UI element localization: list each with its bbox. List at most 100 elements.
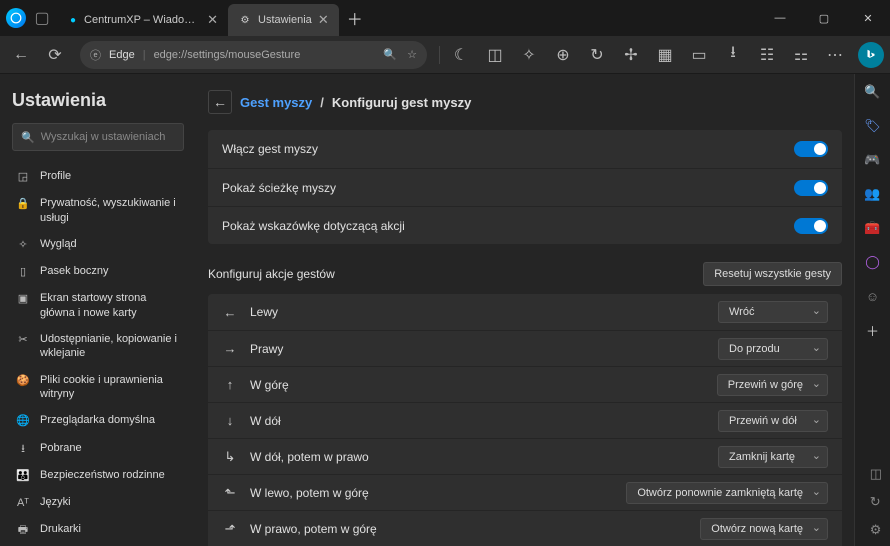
gesture-action-select[interactable]: Zamknij kartę <box>718 446 828 468</box>
nav-label: Pliki cookie i uprawnienia witryny <box>40 373 180 402</box>
gesture-action-select[interactable]: Otwórz nową kartę <box>700 518 828 540</box>
back-button[interactable]: ← <box>6 40 36 70</box>
smiley-icon[interactable]: ☺ <box>863 286 883 306</box>
gesture-row-3: ↓W dółPrzewiń w dół <box>208 402 842 438</box>
extensions-icon[interactable]: ✢ <box>616 40 646 70</box>
nav-label: Udostępnianie, kopiowanie i wklejanie <box>40 332 180 361</box>
tag-icon[interactable]: 🏷 <box>863 116 883 136</box>
nav-label: Przeglądarka domyślna <box>40 413 155 427</box>
nav-label: Języki <box>40 495 71 509</box>
performance-icon[interactable]: ▦ <box>650 40 680 70</box>
nav-item-7[interactable]: 🌐Przeglądarka domyślna <box>12 407 184 434</box>
tools-icon[interactable]: 🧰 <box>863 218 883 238</box>
gesture-arrow-icon: ⬏ <box>222 521 238 537</box>
address-bar[interactable]: ⓔ Edge | edge://settings/mouseGesture 🔍 … <box>80 41 427 69</box>
breadcrumb-back-button[interactable]: ← <box>208 90 232 114</box>
nav-item-3[interactable]: ▯Pasek boczny <box>12 258 184 285</box>
title-bar: ▢ ●CentrumXP – Wiadomości ze ś…✕ ⚙ Ustawie… <box>0 0 890 36</box>
nav-item-10[interactable]: AᵀJęzyki <box>12 489 184 516</box>
nav-label: Drukarki <box>40 522 81 536</box>
close-tab-icon[interactable]: ✕ <box>207 12 218 28</box>
gesture-action-select[interactable]: Otwórz ponownie zamkniętą kartę <box>626 482 828 504</box>
nav-item-2[interactable]: ✧Wygląd <box>12 231 184 258</box>
gesture-row-0: ← Lewy Wróć <box>208 294 842 330</box>
gesture-row-6: ⬏ W prawo, potem w górę Otwórz nową kartę <box>208 510 842 546</box>
toggle-row-2: Pokaż wskazówkę dotyczącą akcji <box>208 206 842 244</box>
close-tab-icon[interactable]: ✕ <box>318 12 329 28</box>
nav-item-1[interactable]: 🔒Prywatność, wyszukiwanie i usługi <box>12 190 184 231</box>
nav-label: Pasek boczny <box>40 264 108 278</box>
game-icon[interactable]: 🎮 <box>863 150 883 170</box>
gesture-action-select[interactable]: Do przodu <box>718 338 828 360</box>
search-icon[interactable]: 🔍 <box>863 82 883 102</box>
tab-0[interactable]: ●CentrumXP – Wiadomości ze ś…✕ <box>58 4 228 36</box>
toolbar-icon-11[interactable]: ⚏ <box>786 40 816 70</box>
search-input[interactable]: 🔍 Wyszukaj w ustawieniach <box>12 123 184 151</box>
toolbar-icon-10[interactable]: ☷ <box>752 40 782 70</box>
toggle-switch[interactable] <box>794 218 828 234</box>
sidebar-split-icon[interactable]: ◫ <box>870 466 882 482</box>
toolbar-icon-8[interactable]: ▭ <box>684 40 714 70</box>
more-button[interactable]: ⋯ <box>820 40 850 70</box>
gesture-arrow-icon: ← <box>222 305 238 320</box>
bing-chat-icon[interactable] <box>858 42 884 68</box>
gesture-label: W górę <box>250 378 705 392</box>
nav-icon: 🔒 <box>16 197 30 211</box>
nav-label: Ekran startowy strona główna i nowe kart… <box>40 291 180 320</box>
gesture-action-select[interactable]: Wróć <box>718 301 828 323</box>
gesture-arrow-icon: ↳ <box>222 449 238 465</box>
favorite-icon[interactable]: ☆ <box>407 48 417 61</box>
collections-icon[interactable]: ⊕ <box>548 40 578 70</box>
gesture-label: Lewy <box>250 305 706 319</box>
breadcrumb-link[interactable]: Gest myszy <box>240 95 312 110</box>
nav-icon: ⭳ <box>16 442 30 456</box>
sidebar-settings-icon[interactable]: ⚙ <box>870 522 882 538</box>
nav-item-5[interactable]: ✂ Udostępnianie, kopiowanie i wklejanie <box>12 326 184 367</box>
nav-item-6[interactable]: 🍪 Pliki cookie i uprawnienia witryny <box>12 367 184 408</box>
history-icon[interactable]: ↻ <box>582 40 612 70</box>
nav-label: Bezpieczeństwo rodzinne <box>40 468 165 482</box>
toggle-label: Pokaż wskazówkę dotyczącą akcji <box>222 219 405 233</box>
toolbar-icon-1[interactable]: ☾ <box>446 40 476 70</box>
downloads-icon[interactable]: ⭳ <box>718 40 748 70</box>
favorites-list-icon[interactable]: ✧ <box>514 40 544 70</box>
nav-item-9[interactable]: 👪Bezpieczeństwo rodzinne <box>12 462 184 489</box>
gesture-row-4: ↳W dół, potem w prawoZamknij kartę <box>208 438 842 474</box>
workspaces-icon[interactable]: ▢ <box>34 10 50 26</box>
gesture-label: W prawo, potem w górę <box>250 522 688 536</box>
maximize-button[interactable]: ▢ <box>802 0 846 36</box>
reset-all-gestures-button[interactable]: Resetuj wszystkie gesty <box>703 262 842 286</box>
nav-icon: ✧ <box>16 238 30 252</box>
gesture-row-5: ⬑W lewo, potem w góręOtwórz ponownie zam… <box>208 474 842 510</box>
tab-label: Ustawienia <box>258 14 312 26</box>
split-screen-icon[interactable]: ◫ <box>480 40 510 70</box>
nav-item-8[interactable]: ⭳ Pobrane <box>12 435 184 462</box>
circle-icon[interactable]: ◯ <box>863 252 883 272</box>
gesture-action-select[interactable]: Przewiń w dół <box>718 410 828 432</box>
gesture-action-select[interactable]: Przewiń w górę <box>717 374 828 396</box>
minimize-button[interactable]: — <box>758 0 802 36</box>
tab-favicon: ● <box>68 13 78 27</box>
toggle-switch[interactable] <box>794 180 828 196</box>
settings-title: Ustawienia <box>12 90 184 111</box>
new-tab-button[interactable]: ＋ <box>339 0 371 36</box>
plus-icon[interactable]: ＋ <box>863 320 883 340</box>
sidebar-history-icon[interactable]: ↻ <box>870 494 882 510</box>
nav-icon: 🍪 <box>16 374 30 388</box>
tab-favicon: ⚙ <box>238 13 252 27</box>
nav-item-0[interactable]: ◲Profile <box>12 163 184 190</box>
nav-label: Pobrane <box>40 441 82 455</box>
settings-nav: Ustawienia 🔍 Wyszukaj w ustawieniach ◲Pr… <box>0 74 196 546</box>
nav-item-4[interactable]: ▣Ekran startowy strona główna i nowe kar… <box>12 285 184 326</box>
people-icon[interactable]: 👥 <box>863 184 883 204</box>
gesture-label: W dół <box>250 414 706 428</box>
toolbar: ← ⟳ ⓔ Edge | edge://settings/mouseGestur… <box>0 36 890 74</box>
close-window-button[interactable]: ✕ <box>846 0 890 36</box>
refresh-button[interactable]: ⟳ <box>40 40 70 70</box>
toggle-switch[interactable] <box>794 141 828 157</box>
nav-item-11[interactable]: 🖶Drukarki <box>12 516 184 543</box>
nav-label: Profile <box>40 169 71 183</box>
zoom-icon[interactable]: 🔍 <box>383 48 397 61</box>
nav-icon: ✂ <box>16 333 30 347</box>
tab-1[interactable]: ⚙ Ustawienia ✕ <box>228 4 339 36</box>
